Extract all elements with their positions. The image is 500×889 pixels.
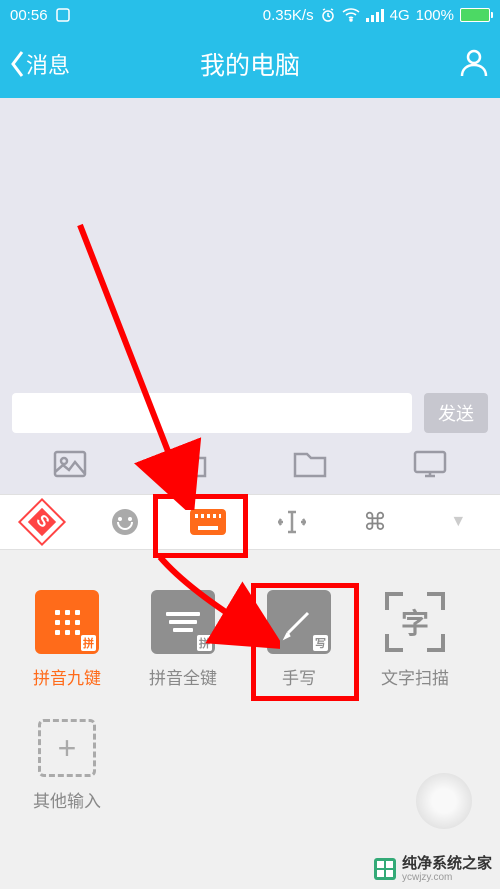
pinyin9-icon: 拼: [35, 590, 99, 654]
profile-button[interactable]: [458, 46, 490, 83]
status-time: 00:56: [10, 7, 48, 24]
keyboard-icon: [190, 509, 226, 535]
status-speed: 0.35K/s: [263, 7, 314, 24]
status-app-icon: [56, 8, 70, 22]
watermark-title: 纯净系统之家: [402, 856, 492, 873]
command-button[interactable]: ⌘: [333, 495, 416, 549]
method-other[interactable]: + 其他输入: [28, 719, 106, 812]
chevron-down-icon: ▼: [450, 513, 466, 531]
battery-icon: [460, 8, 490, 22]
alarm-icon: [320, 7, 336, 23]
scan-icon: 字: [383, 590, 447, 654]
page-title: 我的电脑: [200, 46, 300, 82]
sogou-logo-button[interactable]: S: [0, 495, 83, 549]
back-label: 消息: [26, 48, 70, 80]
screen-button[interactable]: [413, 450, 447, 483]
watermark: 纯净系统之家 ycwjzy.com: [374, 856, 492, 884]
emoji-button[interactable]: [83, 495, 166, 549]
watermark-url: ycwjzy.com: [402, 872, 492, 883]
command-icon: ⌘: [363, 508, 387, 537]
status-battery-pct: 100%: [416, 7, 454, 24]
pinyin-full-icon: 拼: [151, 590, 215, 654]
camera-button[interactable]: [173, 450, 207, 483]
message-input[interactable]: [12, 393, 412, 433]
cursor-icon: [278, 510, 306, 534]
handwrite-icon: 写: [267, 590, 331, 654]
watermark-icon: [374, 858, 396, 880]
chat-area[interactable]: [0, 98, 500, 388]
method-handwrite[interactable]: 写 手写: [260, 590, 338, 689]
method-scan[interactable]: 字 文字扫描: [376, 590, 454, 689]
keyboard-switch-button[interactable]: [167, 495, 250, 549]
gallery-button[interactable]: [53, 450, 87, 483]
signal-icon: [366, 8, 384, 22]
cursor-button[interactable]: [250, 495, 333, 549]
folder-button[interactable]: [293, 450, 327, 483]
collapse-button[interactable]: ▼: [417, 495, 500, 549]
method-pinyin-full[interactable]: 拼 拼音全键: [144, 590, 222, 689]
message-input-row: 发送: [0, 388, 500, 438]
status-network: 4G: [390, 7, 410, 24]
method-pinyin9[interactable]: 拼 拼音九键: [28, 590, 106, 689]
keyboard-toolbar: S ⌘ ▼: [0, 494, 500, 550]
input-methods-panel: 拼 拼音九键 拼 拼音全键 写 手写 字 文字扫描: [0, 550, 500, 889]
back-button[interactable]: 消息: [10, 48, 70, 80]
status-bar: 00:56 0.35K/s 4G 100%: [0, 0, 500, 30]
send-button[interactable]: 发送: [424, 393, 488, 433]
header: 消息 我的电脑: [0, 30, 500, 98]
emoji-icon: [112, 509, 138, 535]
assistive-touch[interactable]: [416, 773, 472, 829]
other-input-icon: +: [38, 719, 96, 777]
wifi-icon: [342, 8, 360, 22]
media-toolbar: [0, 438, 500, 494]
